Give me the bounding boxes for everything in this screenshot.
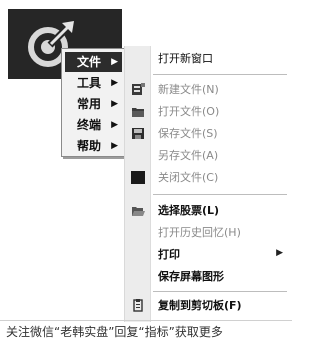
chevron-right-icon: ▶: [111, 120, 118, 130]
caption-banner: 关注微信“老韩实盘”回复“指标”获取更多: [0, 320, 292, 342]
menu-item-copy-to-clipboard[interactable]: 复制到剪切板(F): [125, 295, 289, 317]
menu-item-label: 保存文件(S): [158, 127, 218, 140]
chevron-right-icon: ▶: [111, 57, 118, 67]
menu-item-save-as[interactable]: 另存文件(A): [125, 145, 289, 167]
file-submenu: 打开新窗口 新建文件(N) 打开文件(O) 保存文件(S) 另存文件(A) 关闭…: [124, 46, 289, 322]
menu-item-select-stock[interactable]: 选择股票(L): [125, 200, 289, 222]
menu-item-save-screen-graphic[interactable]: 保存屏幕图形: [125, 266, 289, 288]
menu-item-label: 新建文件(N): [158, 83, 219, 96]
menu-item-terminal-label: 终端: [77, 118, 102, 132]
menu-item-tools[interactable]: 工具 ▶: [65, 73, 122, 93]
chevron-right-icon: ▶: [111, 141, 118, 151]
open-folder-icon: [132, 108, 144, 117]
chevron-right-icon: ▶: [111, 99, 118, 109]
menu-item-close-file[interactable]: 关闭文件(C): [125, 167, 289, 189]
menu-item-label: 关闭文件(C): [158, 171, 219, 184]
menu-item-file[interactable]: 文件 ▶: [65, 52, 122, 72]
menu-item-help[interactable]: 帮助 ▶: [65, 136, 122, 156]
menu-separator: [153, 194, 287, 195]
menu-item-print[interactable]: 打印 ▶: [125, 244, 289, 266]
menu-item-new-file[interactable]: 新建文件(N): [125, 79, 289, 101]
menu-item-file-label: 文件: [77, 55, 102, 69]
chevron-right-icon: ▶: [111, 78, 118, 88]
menu-item-open-history[interactable]: 打开历史回忆(H): [125, 222, 289, 244]
menu-item-common[interactable]: 常用 ▶: [65, 94, 122, 114]
menu-item-save-file[interactable]: 保存文件(S): [125, 123, 289, 145]
menu-item-label: 保存屏幕图形: [158, 270, 224, 283]
menu-item-label: 选择股票(L): [158, 204, 220, 217]
menu-item-label: 复制到剪切板(F): [158, 299, 242, 312]
menu-item-label: 打开新窗口: [158, 52, 213, 65]
menu-item-label: 打开文件(O): [158, 105, 220, 118]
new-file-icon: [132, 83, 145, 95]
menu-item-tools-label: 工具: [77, 76, 102, 90]
menu-item-label: 另存文件(A): [158, 149, 219, 162]
menu-item-terminal[interactable]: 终端 ▶: [65, 115, 122, 135]
menu-item-help-label: 帮助: [77, 139, 102, 153]
menu-item-open-file[interactable]: 打开文件(O): [125, 101, 289, 123]
save-icon: [132, 128, 144, 139]
open-folder-icon: [132, 207, 145, 216]
main-menu: 文件 ▶ 工具 ▶ 常用 ▶ 终端 ▶ 帮助 ▶: [61, 48, 126, 157]
menu-item-common-label: 常用: [77, 97, 102, 111]
menu-item-label: 打开历史回忆(H): [158, 226, 241, 239]
clipboard-icon: [133, 299, 143, 312]
menu-separator: [153, 291, 287, 292]
menu-item-label: 打印: [158, 248, 180, 261]
close-file-icon: [131, 171, 145, 184]
menu-item-open-new-window[interactable]: 打开新窗口: [125, 48, 289, 70]
menu-separator: [153, 74, 287, 75]
chevron-right-icon: ▶: [276, 248, 283, 258]
